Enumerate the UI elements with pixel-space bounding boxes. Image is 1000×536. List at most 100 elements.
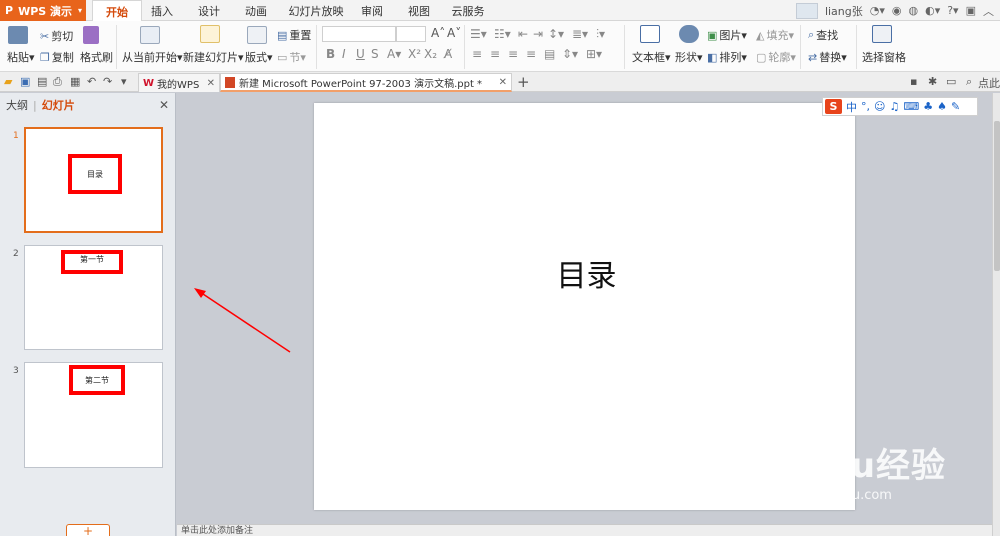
- skin-icon[interactable]: ◉: [892, 4, 902, 17]
- tab-view[interactable]: 视图: [403, 0, 435, 21]
- tab-design[interactable]: 设计: [193, 0, 225, 21]
- print-preview-icon[interactable]: ▦: [70, 75, 80, 88]
- ime-punctuation[interactable]: °,: [861, 100, 870, 113]
- chevron-up-icon[interactable]: ︿: [983, 3, 994, 19]
- vertical-scrollbar[interactable]: [992, 93, 1000, 536]
- tab-outline[interactable]: 大纲: [6, 97, 28, 113]
- shape-icon-button[interactable]: [679, 25, 699, 43]
- reset-button[interactable]: ▤ 重置: [277, 27, 311, 43]
- export-pdf-icon[interactable]: ▤: [37, 75, 47, 88]
- new-slide-button[interactable]: 新建幻灯片 ▾: [183, 49, 244, 65]
- strikethrough-icon[interactable]: S: [371, 47, 379, 61]
- notes-area[interactable]: 单击此处添加备注: [177, 524, 992, 536]
- increase-font-icon[interactable]: A˄: [431, 26, 445, 40]
- line-spacing-icon[interactable]: ≣▾: [572, 27, 588, 41]
- tab-insert[interactable]: 插入: [146, 0, 178, 21]
- italic-icon[interactable]: I: [342, 47, 346, 61]
- slide-title[interactable]: 目录: [314, 251, 859, 295]
- close-icon[interactable]: ✕: [159, 98, 169, 112]
- format-painter-button[interactable]: [83, 26, 99, 44]
- decrease-indent-icon[interactable]: ⇤: [518, 27, 528, 41]
- redo-icon[interactable]: ↷: [103, 75, 112, 88]
- user-name[interactable]: liang张: [825, 3, 863, 19]
- user-center-icon[interactable]: ♣: [923, 100, 933, 113]
- sogou-logo-icon[interactable]: S: [825, 99, 842, 114]
- emoji-icon[interactable]: ☺: [874, 100, 885, 113]
- replace-button[interactable]: ⇄ 替换 ▾: [808, 49, 847, 65]
- arrange-button[interactable]: ◧ 排列 ▾: [707, 49, 747, 65]
- outline-button[interactable]: ▢ 轮廓 ▾: [756, 49, 796, 65]
- align-text-icon[interactable]: ⊞▾: [586, 47, 602, 61]
- help-icon[interactable]: ?▾: [947, 4, 958, 17]
- select-pane-icon-button[interactable]: [872, 25, 892, 43]
- align-center-icon[interactable]: ≡: [490, 47, 500, 61]
- copy-button[interactable]: ❐ 复制: [40, 49, 74, 65]
- print-icon[interactable]: ⎙: [53, 75, 62, 89]
- doc-tab-presentation[interactable]: 新建 Microsoft PowerPoint 97-2003 演示文稿.ppt…: [220, 73, 512, 92]
- font-name-select[interactable]: [322, 26, 396, 42]
- close-icon[interactable]: ✕: [499, 77, 507, 88]
- slide-thumbnail-1[interactable]: 目录: [24, 127, 163, 233]
- justify-icon[interactable]: ≡: [526, 47, 536, 61]
- bullets-icon[interactable]: ☰▾: [470, 27, 487, 41]
- search-icon[interactable]: ⌕: [966, 75, 972, 89]
- add-slide-button[interactable]: +: [66, 524, 110, 536]
- slide-thumbnail-2[interactable]: 第一节: [24, 245, 163, 350]
- section-button[interactable]: ▭ 节 ▾: [277, 49, 306, 65]
- tray-chat-icon[interactable]: ▪: [910, 75, 917, 88]
- picture-button[interactable]: ▣ 图片 ▾: [707, 27, 747, 43]
- new-slide-icon-button[interactable]: [200, 25, 220, 43]
- font-size-select[interactable]: [396, 26, 426, 42]
- wrench-icon[interactable]: ✎: [951, 100, 960, 113]
- keyboard-icon[interactable]: ⌨: [903, 100, 919, 113]
- tab-cloud[interactable]: 云服务: [448, 0, 488, 21]
- scrollbar-thumb[interactable]: [994, 121, 1000, 271]
- app-menu-button[interactable]: P WPS 演示 ▾: [0, 0, 86, 21]
- tray-collapse-icon[interactable]: ▭: [946, 75, 956, 88]
- find-button[interactable]: ⌕ 查找: [808, 27, 838, 43]
- clock-icon[interactable]: ◔▾: [870, 4, 885, 17]
- cut-button[interactable]: ✂ 剪切: [40, 28, 73, 44]
- fill-button[interactable]: ◭ 填充 ▾: [756, 27, 794, 43]
- share-icon[interactable]: ◍: [908, 4, 918, 17]
- numbering-icon[interactable]: ☷▾: [494, 27, 511, 41]
- line-spacing-2-icon[interactable]: ⇕▾: [562, 47, 578, 61]
- restore-window-icon[interactable]: ▣: [966, 4, 976, 17]
- text-box-button[interactable]: 文本框 ▾: [632, 49, 671, 65]
- ime-mode[interactable]: 中: [846, 99, 857, 115]
- select-pane-button[interactable]: 选择窗格: [862, 49, 906, 65]
- open-folder-icon[interactable]: ▰: [4, 75, 12, 88]
- columns-icon[interactable]: ⫶▾: [596, 27, 605, 42]
- tab-review[interactable]: 审阅: [356, 0, 388, 21]
- microphone-icon[interactable]: ♫: [889, 100, 899, 113]
- skin-shirt-icon[interactable]: ♠: [937, 100, 947, 113]
- bold-icon[interactable]: B: [326, 47, 335, 61]
- superscript-icon[interactable]: X²: [408, 47, 421, 61]
- tab-slides[interactable]: 幻灯片: [42, 97, 75, 113]
- increase-indent-icon[interactable]: ⇥: [533, 27, 543, 41]
- feedback-icon[interactable]: ◐▾: [925, 4, 940, 17]
- clear-format-icon[interactable]: A̸: [444, 47, 452, 61]
- align-left-icon[interactable]: ≡: [472, 47, 482, 61]
- slide-thumbnail-3[interactable]: 第二节: [24, 362, 163, 468]
- font-color-icon[interactable]: A▾: [387, 47, 401, 61]
- paste-button[interactable]: [8, 26, 28, 44]
- layout-button[interactable]: 版式 ▾: [245, 49, 273, 65]
- underline-icon[interactable]: U: [356, 47, 365, 61]
- close-icon[interactable]: ✕: [207, 78, 215, 89]
- shape-button[interactable]: 形状 ▾: [675, 49, 703, 65]
- customize-qa-icon[interactable]: ▾: [121, 75, 127, 88]
- decrease-font-icon[interactable]: A˅: [447, 26, 461, 40]
- align-right-icon[interactable]: ≡: [508, 47, 518, 61]
- subscript-icon[interactable]: X₂: [424, 47, 437, 61]
- search-hint[interactable]: 点此: [978, 75, 1000, 91]
- from-current-icon-button[interactable]: [140, 26, 160, 44]
- text-direction-icon[interactable]: ↕▾: [548, 27, 564, 41]
- tab-slideshow[interactable]: 幻灯片放映: [286, 0, 346, 21]
- distribute-icon[interactable]: ▤: [544, 47, 555, 61]
- paste-label-button[interactable]: 粘贴 ▾: [7, 49, 35, 65]
- tab-animation[interactable]: 动画: [240, 0, 272, 21]
- layout-icon-button[interactable]: [247, 26, 267, 44]
- text-box-icon-button[interactable]: [640, 25, 660, 43]
- new-tab-icon[interactable]: +: [517, 73, 530, 91]
